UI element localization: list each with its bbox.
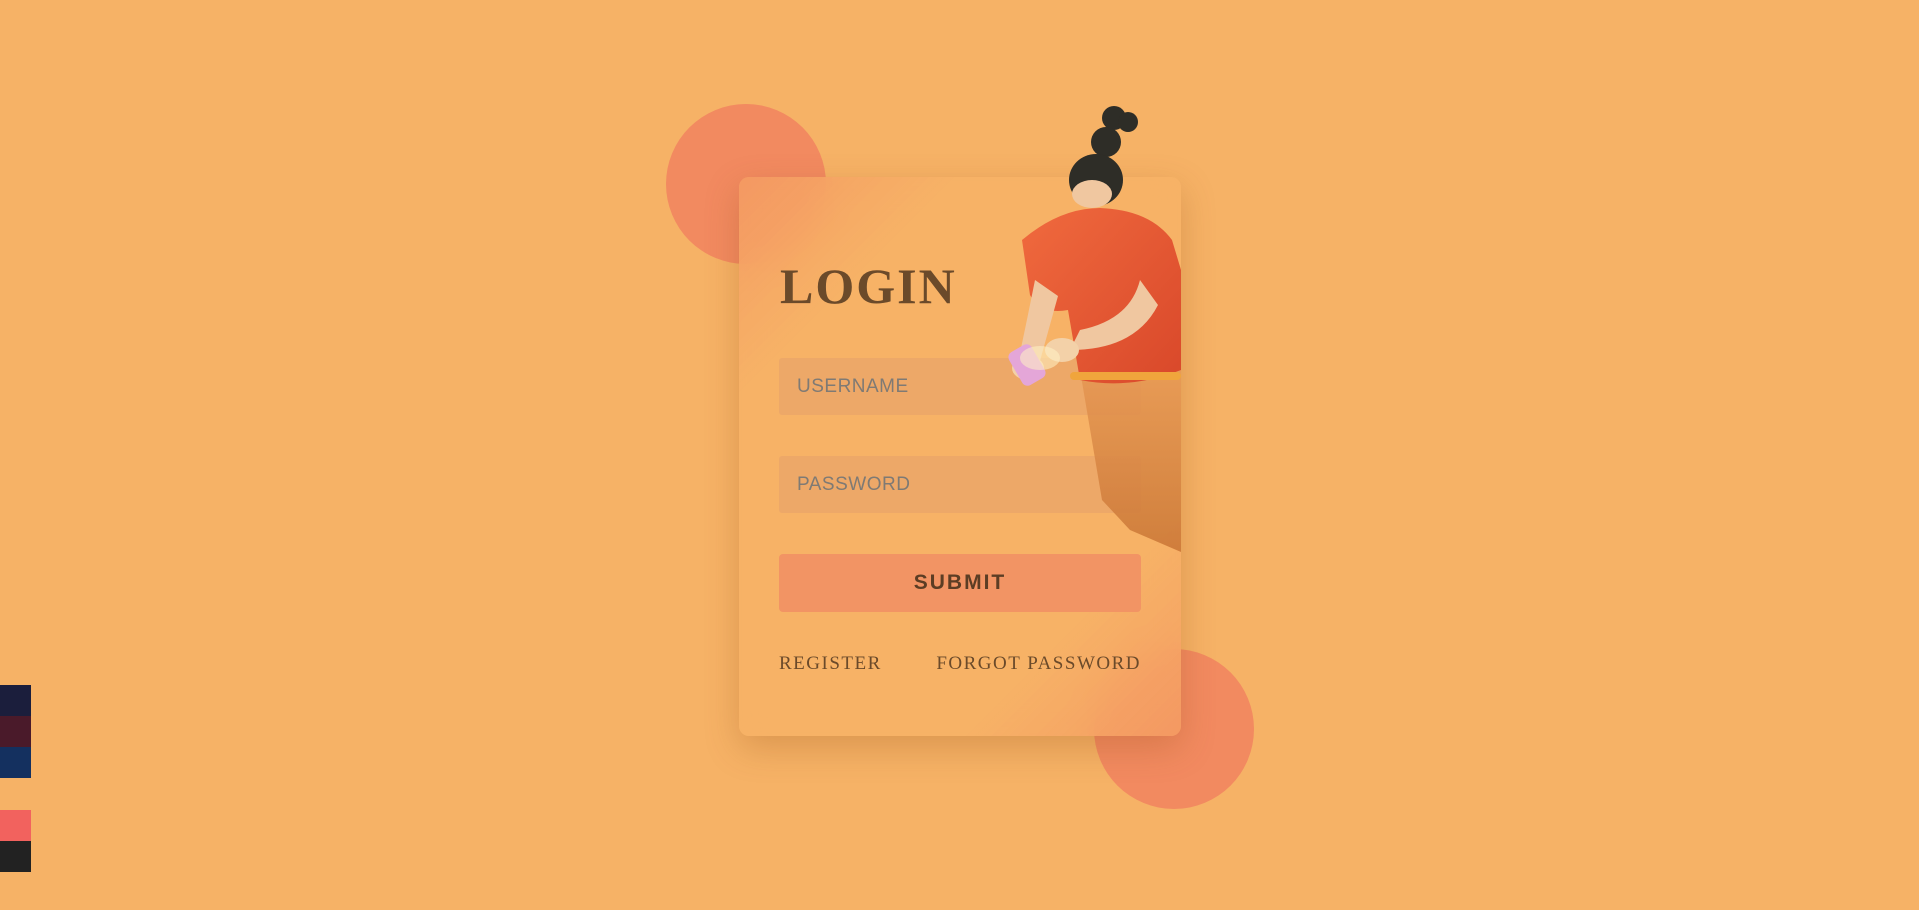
swatch-maroon[interactable] [0,716,31,747]
swatch-navy[interactable] [0,685,31,716]
swatch-blue[interactable] [0,747,31,778]
color-swatches [0,685,31,872]
username-input[interactable] [779,358,1141,415]
forgot-password-link[interactable]: FORGOT PASSWORD [936,653,1141,675]
swatch-coral[interactable] [0,810,31,841]
swatch-dark[interactable] [0,841,31,872]
password-input[interactable] [779,456,1141,513]
login-title: LOGIN [780,258,957,314]
login-card: LOGIN SUBMIT REGISTER FORGOT PASSWORD [739,177,1181,736]
submit-button[interactable]: SUBMIT [779,554,1141,612]
register-link[interactable]: REGISTER [779,653,882,675]
login-links: REGISTER FORGOT PASSWORD [779,653,1141,675]
